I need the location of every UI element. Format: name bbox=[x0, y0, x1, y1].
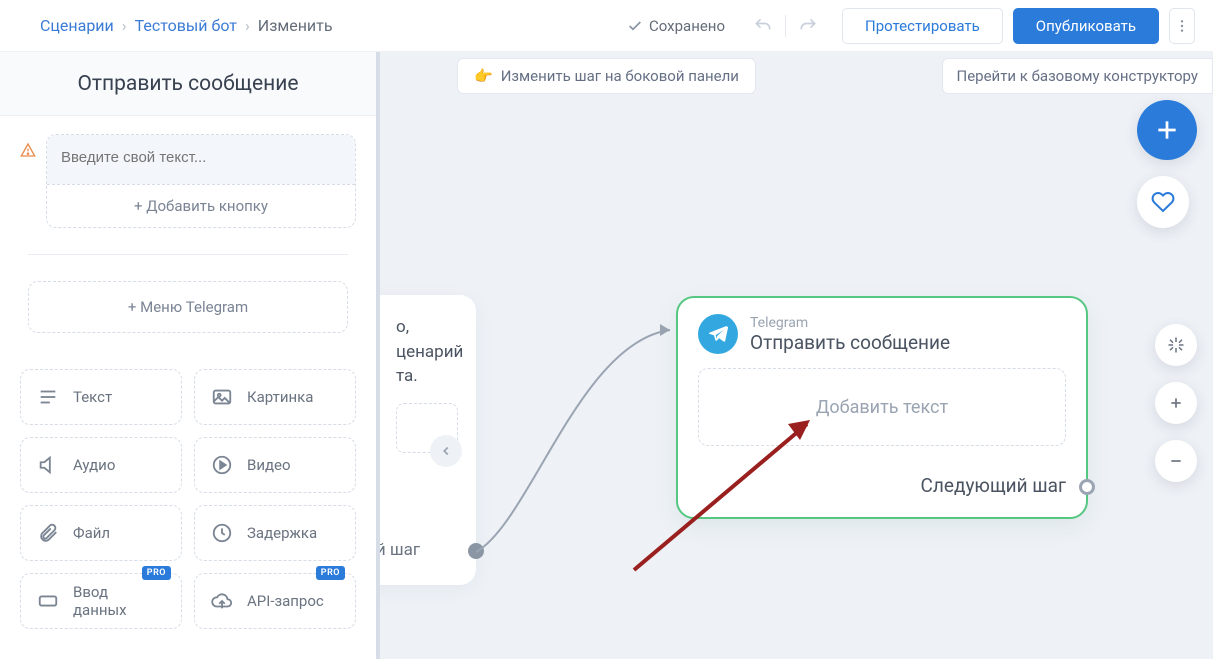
type-label: Файл bbox=[73, 524, 110, 542]
card-header: Telegram Отправить сообщение bbox=[698, 314, 1066, 354]
test-button[interactable]: Протестировать bbox=[842, 8, 1003, 44]
type-label: Ввод данных bbox=[73, 583, 165, 619]
card-next-step-label: Следующий шаг bbox=[698, 474, 1066, 497]
cloud-icon bbox=[211, 590, 233, 612]
connection-out-dot[interactable] bbox=[468, 543, 484, 559]
heart-icon bbox=[1151, 190, 1175, 214]
undo-redo-group bbox=[753, 15, 818, 37]
hint-chip: 👉 Изменить шаг на боковой панели bbox=[457, 58, 756, 94]
plus-icon bbox=[1168, 395, 1184, 411]
plus-icon bbox=[1154, 117, 1180, 143]
type-audio[interactable]: Аудио bbox=[20, 437, 182, 493]
canvas-card-selected[interactable]: Telegram Отправить сообщение Добавить те… bbox=[676, 296, 1088, 519]
input-icon bbox=[37, 590, 59, 612]
text-icon bbox=[37, 386, 59, 408]
breadcrumb-root[interactable]: Сценарии bbox=[40, 16, 114, 35]
dots-vertical-icon bbox=[1174, 18, 1190, 34]
sparkle-icon bbox=[1167, 336, 1185, 354]
audio-icon bbox=[37, 454, 59, 476]
connection-out-dot[interactable] bbox=[1079, 479, 1095, 495]
chevron-right-icon: › bbox=[122, 16, 127, 35]
type-label: Текст bbox=[73, 388, 112, 406]
more-button[interactable] bbox=[1169, 8, 1195, 44]
pro-badge: PRO bbox=[316, 566, 345, 580]
connector-line bbox=[470, 322, 690, 562]
add-telegram-menu-button[interactable]: + Меню Telegram bbox=[28, 281, 348, 333]
telegram-icon bbox=[698, 314, 738, 354]
add-button-link[interactable]: + Добавить кнопку bbox=[47, 184, 355, 227]
save-status: Сохранено bbox=[627, 17, 725, 35]
type-api[interactable]: PRO API-запрос bbox=[194, 573, 356, 629]
pointing-hand-icon: 👉 bbox=[474, 67, 493, 85]
card-text-input[interactable]: Добавить текст bbox=[698, 368, 1066, 446]
float-tools-mid bbox=[1155, 324, 1197, 482]
redo-icon[interactable] bbox=[798, 16, 818, 36]
attachment-icon bbox=[37, 522, 59, 544]
divider bbox=[28, 254, 348, 255]
image-icon bbox=[211, 386, 233, 408]
pro-badge: PRO bbox=[142, 566, 171, 580]
float-tools-top bbox=[1137, 100, 1197, 228]
chevron-right-icon: › bbox=[245, 16, 250, 35]
breadcrumb-bot[interactable]: Тестовый бот bbox=[135, 16, 237, 35]
message-block: + Добавить кнопку bbox=[46, 134, 356, 228]
type-video[interactable]: Видео bbox=[194, 437, 356, 493]
sidebar-panel: Отправить сообщение + Добавить кнопку + … bbox=[0, 52, 380, 659]
autofit-button[interactable] bbox=[1155, 324, 1197, 366]
clock-icon bbox=[211, 522, 233, 544]
warning-icon bbox=[20, 142, 36, 158]
card-text-fragment: о, ценарий та. bbox=[396, 315, 458, 389]
breadcrumb-current: Изменить bbox=[258, 16, 333, 35]
publish-button[interactable]: Опубликовать bbox=[1013, 8, 1159, 44]
collapse-button[interactable] bbox=[430, 435, 462, 467]
type-label: Видео bbox=[247, 456, 291, 474]
video-icon bbox=[211, 454, 233, 476]
message-text-input[interactable] bbox=[47, 135, 355, 184]
header-bar: Сценарии › Тестовый бот › Изменить Сохра… bbox=[0, 0, 1213, 52]
zoom-out-button[interactable] bbox=[1155, 440, 1197, 482]
content-type-grid: Текст Картинка Аудио Видео Файл Задержка bbox=[20, 369, 356, 629]
type-label: Задержка bbox=[247, 524, 317, 542]
zoom-in-button[interactable] bbox=[1155, 382, 1197, 424]
type-image[interactable]: Картинка bbox=[194, 369, 356, 425]
type-input[interactable]: PRO Ввод данных bbox=[20, 573, 182, 629]
minus-icon bbox=[1168, 453, 1184, 469]
type-file[interactable]: Файл bbox=[20, 505, 182, 561]
add-step-button[interactable] bbox=[1137, 100, 1197, 160]
card-channel-label: Telegram bbox=[750, 315, 950, 331]
undo-icon[interactable] bbox=[753, 16, 773, 36]
type-label: API-запрос bbox=[247, 592, 324, 610]
favorite-button[interactable] bbox=[1137, 176, 1189, 228]
check-icon bbox=[627, 18, 643, 34]
chevron-left-icon bbox=[439, 444, 453, 458]
hint-label: Изменить шаг на боковой панели bbox=[501, 67, 739, 85]
breadcrumb: Сценарии › Тестовый бот › Изменить bbox=[40, 16, 617, 35]
type-delay[interactable]: Задержка bbox=[194, 505, 356, 561]
sidebar-title: Отправить сообщение bbox=[0, 52, 376, 116]
card-title: Отправить сообщение bbox=[750, 331, 950, 354]
goto-basic-builder-button[interactable]: Перейти к базовому конструктору bbox=[942, 58, 1213, 94]
type-label: Картинка bbox=[247, 388, 313, 406]
type-text[interactable]: Текст bbox=[20, 369, 182, 425]
save-status-label: Сохранено bbox=[649, 17, 725, 35]
type-label: Аудио bbox=[73, 456, 115, 474]
